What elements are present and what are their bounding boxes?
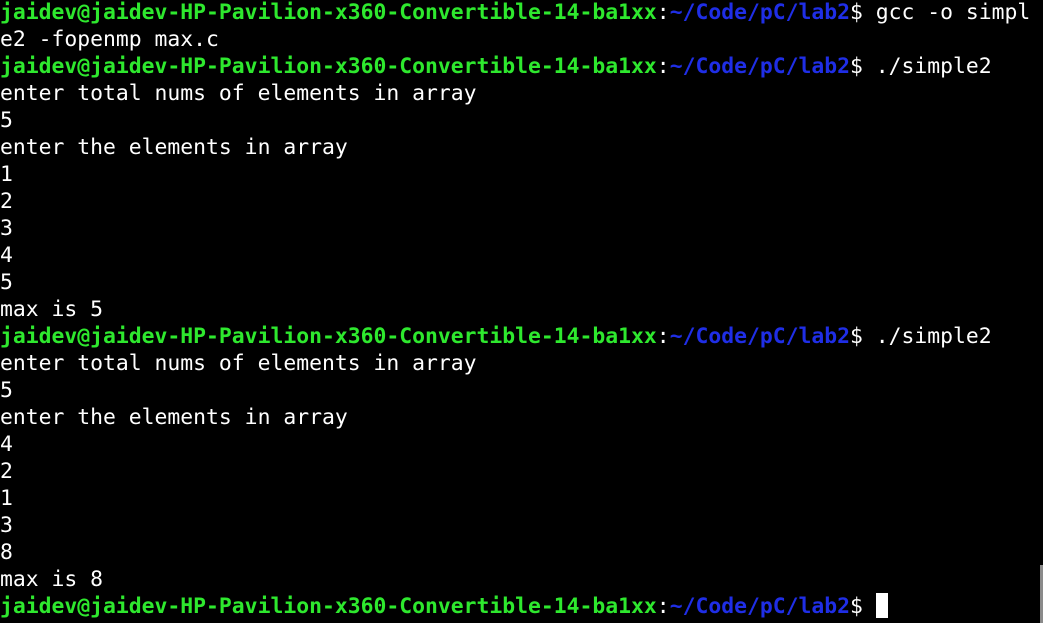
terminal-output[interactable]: jaidev@jaidev-HP-Pavilion-x360-Convertib…	[0, 0, 1030, 620]
text-cursor	[875, 593, 888, 618]
output-line: 2	[0, 459, 13, 484]
prompt-user-host: jaidev@jaidev-HP-Pavilion-x360-Convertib…	[0, 0, 657, 25]
output-line: 3	[0, 216, 13, 241]
command-text: ./simple2	[862, 54, 992, 79]
terminal-window[interactable]: jaidev@jaidev-HP-Pavilion-x360-Convertib…	[0, 0, 1043, 623]
output-line: 1	[0, 162, 13, 187]
prompt-symbol: $	[849, 594, 863, 619]
prompt-line: jaidev@jaidev-HP-Pavilion-x360-Convertib…	[0, 323, 1030, 350]
output-line: 8	[0, 540, 13, 565]
prompt-separator: :	[656, 0, 670, 25]
prompt-path: ~/Code/pC/lab2	[669, 0, 850, 25]
output-line: e2 -fopenmp max.c	[0, 27, 219, 52]
command-text	[863, 594, 876, 619]
prompt-symbol: $	[849, 324, 863, 349]
command-text: gcc -o simpl	[862, 0, 1031, 25]
prompt-path: ~/Code/pC/lab2	[669, 324, 850, 349]
output-line: 1	[0, 486, 13, 511]
output-line: enter total nums of elements in array	[0, 351, 477, 376]
output-line: 5	[0, 108, 13, 133]
prompt-symbol: $	[849, 0, 863, 25]
prompt-user-host: jaidev@jaidev-HP-Pavilion-x360-Convertib…	[0, 594, 657, 619]
output-line: 5	[0, 270, 13, 295]
prompt-line: jaidev@jaidev-HP-Pavilion-x360-Convertib…	[0, 593, 1030, 620]
prompt-separator: :	[656, 324, 670, 349]
prompt-separator: :	[656, 594, 670, 619]
prompt-path: ~/Code/pC/lab2	[669, 594, 850, 619]
output-line: enter the elements in array	[0, 135, 348, 160]
output-line: 4	[0, 243, 13, 268]
prompt-separator: :	[656, 54, 670, 79]
output-line: enter the elements in array	[0, 405, 348, 430]
output-line: 4	[0, 432, 13, 457]
command-text: ./simple2	[862, 324, 992, 349]
prompt-symbol: $	[849, 54, 863, 79]
output-line: max is 5	[0, 297, 104, 322]
prompt-path: ~/Code/pC/lab2	[669, 54, 850, 79]
output-line: 5	[0, 378, 13, 403]
output-line: enter total nums of elements in array	[0, 81, 477, 106]
output-line: 2	[0, 189, 13, 214]
output-line: 3	[0, 513, 13, 538]
output-line: max is 8	[0, 567, 104, 592]
prompt-user-host: jaidev@jaidev-HP-Pavilion-x360-Convertib…	[0, 54, 657, 79]
prompt-line: jaidev@jaidev-HP-Pavilion-x360-Convertib…	[0, 0, 1030, 26]
prompt-line: jaidev@jaidev-HP-Pavilion-x360-Convertib…	[0, 53, 1030, 80]
prompt-user-host: jaidev@jaidev-HP-Pavilion-x360-Convertib…	[0, 324, 657, 349]
